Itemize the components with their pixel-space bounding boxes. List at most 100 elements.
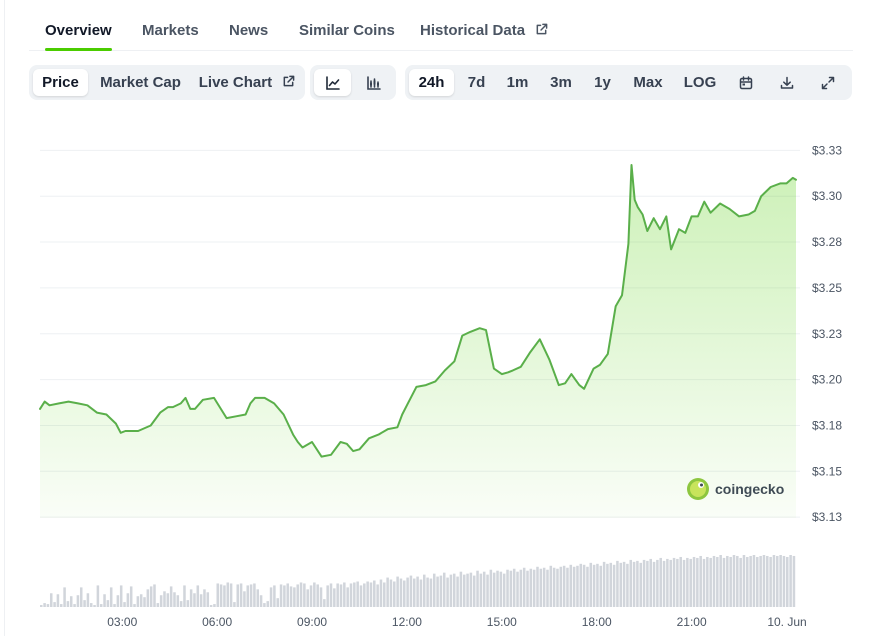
volume-bar xyxy=(706,556,709,607)
volume-bar xyxy=(786,556,789,607)
volume-bar xyxy=(776,555,779,607)
y-tick-label: $3.23 xyxy=(812,327,842,341)
candlestick-chart-button[interactable] xyxy=(355,69,392,96)
volume-bar xyxy=(632,561,636,607)
volume-bar xyxy=(759,555,762,607)
volume-bar xyxy=(76,595,80,607)
price-button[interactable]: Price xyxy=(33,69,88,96)
volume-bar xyxy=(642,559,646,607)
market-cap-button-label: Market Cap xyxy=(100,74,181,91)
time-range-toggle: 24h 7d 1m 3m 1y Max LOG xyxy=(405,65,852,100)
x-tick-label: 03:00 xyxy=(107,615,137,629)
volume-bar xyxy=(233,602,236,607)
watermark-text: coingecko xyxy=(715,481,784,497)
coingecko-watermark: coingecko xyxy=(687,478,784,500)
volume-bar xyxy=(316,584,319,607)
tab-markets[interactable]: Markets xyxy=(142,10,199,50)
volume-bar xyxy=(383,582,386,607)
line-chart-button[interactable] xyxy=(314,69,351,96)
volume-bar xyxy=(40,605,43,607)
range-3m-button[interactable]: 3m xyxy=(541,69,581,96)
volume-bar xyxy=(616,560,619,607)
price-button-label: Price xyxy=(42,74,79,91)
volume-bar xyxy=(123,602,126,607)
y-tick-label: $3.30 xyxy=(812,189,842,203)
volume-bar xyxy=(409,575,413,607)
x-tick-label: 10. Jun xyxy=(767,615,806,629)
range-7d-button[interactable]: 7d xyxy=(458,69,495,96)
volume-bar xyxy=(606,563,609,607)
volume-bar xyxy=(103,594,106,607)
volume-bar xyxy=(639,562,642,607)
volume-bar xyxy=(386,577,389,607)
y-tick-label: $3.28 xyxy=(812,235,842,249)
volume-bar xyxy=(199,594,203,607)
volume-bar xyxy=(629,559,633,607)
volume-bar xyxy=(782,555,786,607)
range-1y-button[interactable]: 1y xyxy=(585,69,620,96)
download-icon xyxy=(780,76,794,89)
tab-news[interactable]: News xyxy=(229,10,268,50)
volume-bar xyxy=(446,577,449,607)
range-1m-button[interactable]: 1m xyxy=(499,69,536,96)
volume-bar xyxy=(609,562,613,607)
volume-bar xyxy=(746,556,749,607)
volume-bar xyxy=(293,587,296,607)
tab-historical-data[interactable]: Historical Data xyxy=(420,10,548,50)
price-area xyxy=(40,165,796,518)
volume-bar xyxy=(572,566,576,607)
tab-overview[interactable]: Overview xyxy=(45,10,112,51)
live-chart-button-label: Live Chart xyxy=(198,74,273,91)
download-button[interactable] xyxy=(771,69,803,96)
volume-bar xyxy=(749,555,752,607)
volume-bar xyxy=(542,567,546,607)
range-max-button[interactable]: Max xyxy=(625,69,671,96)
range-24h-button[interactable]: 24h xyxy=(409,69,454,96)
volume-bar xyxy=(89,603,93,607)
volume-bar xyxy=(389,579,393,607)
tab-similar-coins[interactable]: Similar Coins xyxy=(299,10,395,50)
volume-bar xyxy=(689,558,692,607)
volume-bar xyxy=(536,566,539,607)
volume-bar xyxy=(53,602,56,607)
volume-bar xyxy=(659,557,662,607)
volume-bar xyxy=(223,585,226,607)
volume-bar xyxy=(752,555,756,607)
volume-bar xyxy=(682,559,686,607)
calendar-button[interactable] xyxy=(730,69,762,96)
volume-bar xyxy=(339,584,343,607)
volume-bar xyxy=(83,600,86,607)
volume-bar xyxy=(306,589,309,607)
market-cap-button[interactable]: Market Cap xyxy=(92,69,189,96)
expand-button[interactable] xyxy=(812,69,844,96)
volume-bar xyxy=(442,572,446,607)
volume-bar xyxy=(712,555,716,607)
volume-bar xyxy=(476,570,479,607)
volume-bar xyxy=(526,570,529,607)
volume-bar xyxy=(666,558,669,607)
volume-bar xyxy=(699,555,702,607)
volume-bar xyxy=(259,595,263,607)
price-chart[interactable]: $3.13 $3.15 $3.18 $3.20 $3.23 $3.25 $3.28 $3.30… xyxy=(0,120,871,636)
log-scale-button[interactable]: LOG xyxy=(677,69,723,96)
tab-historical-data-label: Historical Data xyxy=(420,22,526,39)
volume-bar xyxy=(566,567,569,607)
volume-bar xyxy=(779,555,782,607)
volume-bar xyxy=(169,586,173,607)
volume-bar xyxy=(269,587,273,607)
volume-bar xyxy=(329,583,333,607)
volume-bar xyxy=(426,577,429,607)
volume-bar xyxy=(499,571,503,607)
range-3m-label: 3m xyxy=(550,74,572,91)
volume-bar xyxy=(189,589,193,607)
volume-bar xyxy=(709,557,712,607)
volume-bar xyxy=(366,581,369,607)
volume-bar xyxy=(582,564,586,607)
live-chart-button[interactable]: Live Chart xyxy=(195,69,299,96)
volume-bar xyxy=(696,557,699,607)
volume-bar xyxy=(739,557,742,607)
volume-bar xyxy=(149,586,153,607)
volume-bar xyxy=(399,578,403,607)
volume-bar xyxy=(589,562,593,607)
volume-bar xyxy=(356,581,359,607)
